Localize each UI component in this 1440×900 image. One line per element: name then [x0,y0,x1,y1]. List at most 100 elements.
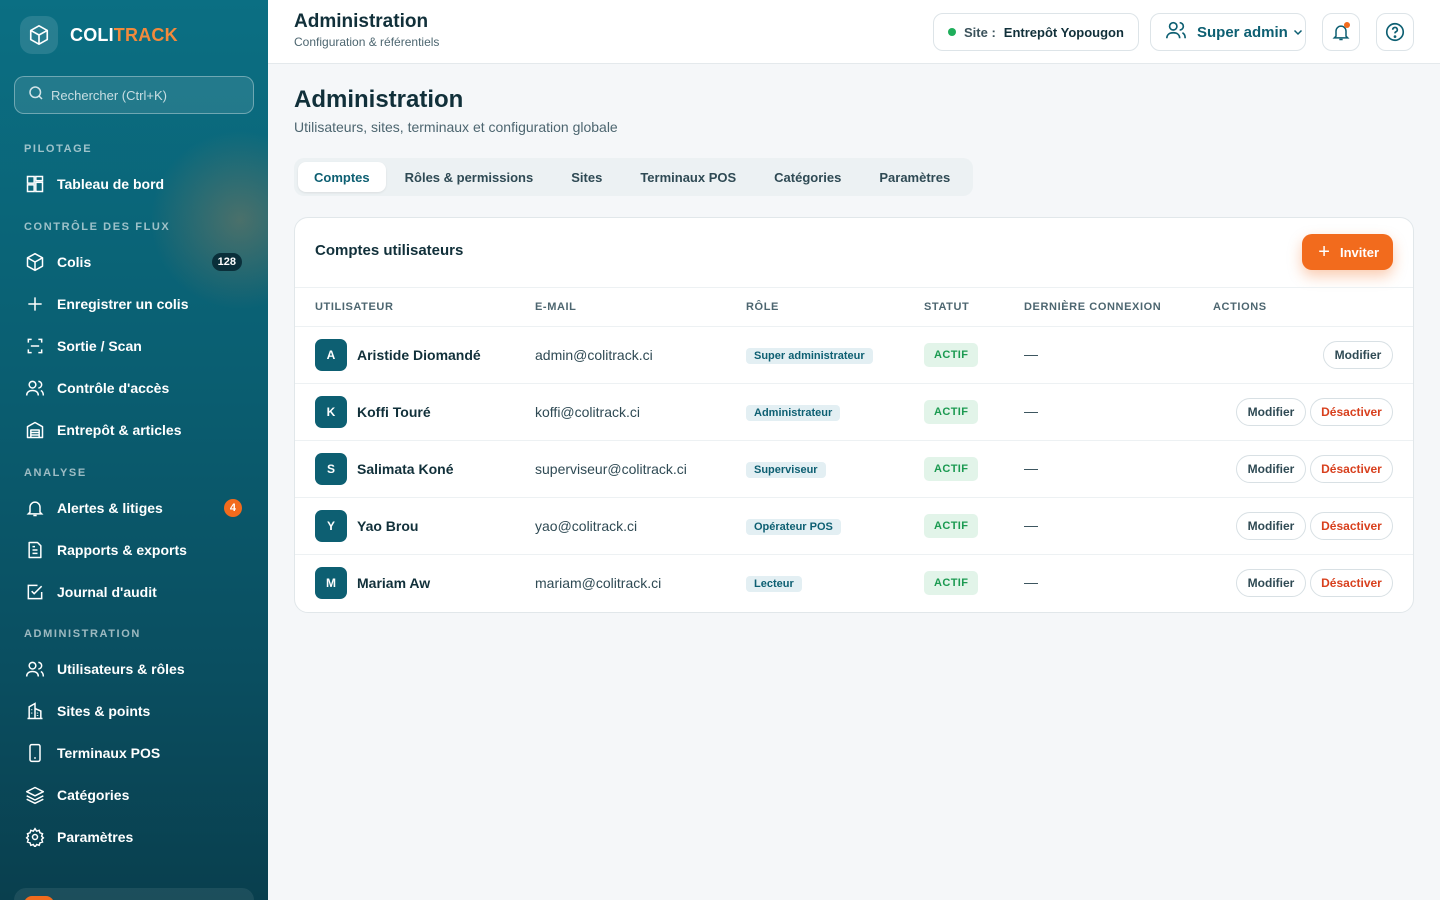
sidebar-item-alerts[interactable]: Alertes & litiges 4 [14,490,254,526]
deactivate-button[interactable]: Désactiver [1310,569,1393,597]
sidebar-item-users[interactable]: Utilisateurs & rôles [14,651,254,687]
sidebar-search[interactable] [14,76,254,114]
sidebar-item-register[interactable]: Enregistrer un colis [14,286,254,322]
sidebar-item-label: Colis [57,254,92,270]
sidebar-item-settings[interactable]: Paramètres [14,819,254,855]
site-status-dot [948,28,956,36]
email-cell: superviseur@colitrack.ci [535,461,687,477]
deactivate-button[interactable]: Désactiver [1310,398,1393,426]
site-key: Site : [964,24,996,40]
email-cell: admin@colitrack.ci [535,347,653,363]
sidebar-item-label: Utilisateurs & rôles [57,661,185,677]
avatar: K [315,396,347,428]
email-cell: mariam@colitrack.ci [535,575,662,591]
edit-button[interactable]: Modifier [1236,512,1306,540]
notifications-button[interactable] [1322,13,1360,51]
edit-button[interactable]: Modifier [1236,398,1306,426]
checklist-icon [24,581,46,603]
tab-comptes[interactable]: Comptes [298,162,386,192]
column-header: RÔLE [746,301,779,313]
brand[interactable]: COLITRACK [20,16,178,54]
user-menu-button[interactable]: Super admin [1150,13,1306,51]
role-badge: Lecteur [746,576,802,592]
site-selector[interactable]: Site : Entrepôt Yopougon [933,13,1139,51]
admin-tabs: Comptes Rôles & permissions Sites Termin… [294,158,974,196]
table-row: M Mariam Aw mariam@colitrack.ci Lecteur … [295,555,1413,612]
sidebar-item-label: Sortie / Scan [57,338,142,354]
tab-parametres[interactable]: Paramètres [860,162,969,192]
warehouse-icon [24,419,46,441]
email-cell: koffi@colitrack.ci [535,404,640,420]
role-badge: Administrateur [746,405,841,421]
status-badge: ACTIF [924,514,979,538]
users-icon [1165,19,1187,46]
email-cell: yao@colitrack.ci [535,518,638,534]
sidebar-item-label: Terminaux POS [57,745,161,761]
accounts-card-title: Comptes utilisateurs [315,242,464,259]
edit-button[interactable]: Modifier [1323,341,1393,369]
sidebar-item-pos[interactable]: Terminaux POS [14,735,254,771]
deactivate-button[interactable]: Désactiver [1310,512,1393,540]
status-badge: ACTIF [924,343,979,367]
avatar: S [315,453,347,485]
accounts-card: Comptes utilisateurs + Inviter UTILISATE… [294,217,1414,613]
sidebar-item-audit[interactable]: Journal d'audit [14,574,254,610]
avatar [24,896,54,900]
search-icon [27,84,45,107]
topbar-title: Administration [294,11,429,32]
topbar-subtitle: Configuration & référentiels [294,35,440,49]
sidebar-item-categories[interactable]: Catégories [14,777,254,813]
user-name-cell: Salimata Koné [357,461,454,477]
sidebar-glow [150,130,268,310]
sidebar-profile-card[interactable] [14,888,254,900]
help-icon [1384,21,1406,43]
sidebar-item-colis[interactable]: Colis 128 [14,244,254,280]
sidebar-item-sites[interactable]: Sites & points [14,693,254,729]
edit-button[interactable]: Modifier [1236,569,1306,597]
package-logo-icon [20,16,58,54]
table-row: K Koffi Touré koffi@colitrack.ci Adminis… [295,384,1413,441]
user-name: Super admin [1197,23,1288,41]
tab-terminaux[interactable]: Terminaux POS [621,162,755,192]
sidebar-item-warehouse[interactable]: Entrepôt & articles [14,412,254,448]
sidebar-item-reports[interactable]: Rapports & exports [14,532,254,568]
section-admin: ADMINISTRATION [24,628,141,640]
deactivate-button[interactable]: Désactiver [1310,455,1393,483]
sidebar-item-label: Journal d'audit [57,584,157,600]
sidebar-item-label: Paramètres [57,829,134,845]
sidebar-item-label: Sites & points [57,703,151,719]
status-badge: ACTIF [924,571,979,595]
status-badge: ACTIF [924,457,979,481]
table-row: A Aristide Diomandé admin@colitrack.ci S… [295,327,1413,384]
gear-icon [24,826,46,848]
role-badge: Superviseur [746,462,826,478]
bell-icon [24,497,46,519]
building-icon [24,700,46,722]
search-input[interactable] [51,87,241,103]
tab-sites[interactable]: Sites [552,162,621,192]
tab-roles[interactable]: Rôles & permissions [386,162,553,192]
page-title: Administration [294,86,464,113]
sidebar-item-scan[interactable]: Sortie / Scan [14,328,254,364]
users-icon [24,377,46,399]
column-header: ACTIONS [1213,301,1267,313]
brand-name-part2: TRACK [113,24,178,45]
table-header: UTILISATEUR E-MAIL RÔLE STATUT DERNIÈRE … [295,287,1413,327]
brand-name: COLITRACK [70,25,178,46]
sidebar-item-dashboard[interactable]: Tableau de bord [14,166,254,202]
tab-categories[interactable]: Catégories [755,162,860,192]
avatar: M [315,567,347,599]
help-button[interactable] [1376,13,1414,51]
bell-icon [1331,22,1351,42]
report-icon [24,539,46,561]
invite-button[interactable]: + Inviter [1302,234,1393,270]
avatar: A [315,339,347,371]
edit-button[interactable]: Modifier [1236,455,1306,483]
sidebar-item-access[interactable]: Contrôle d'accès [14,370,254,406]
column-header: STATUT [924,301,970,313]
section-flux: CONTRÔLE DES FLUX [24,221,171,233]
last-login-cell: — [1024,460,1038,476]
sidebar-item-label: Entrepôt & articles [57,422,182,438]
section-analyse: ANALYSE [24,467,87,479]
page-subtitle: Utilisateurs, sites, terminaux et config… [294,119,618,135]
